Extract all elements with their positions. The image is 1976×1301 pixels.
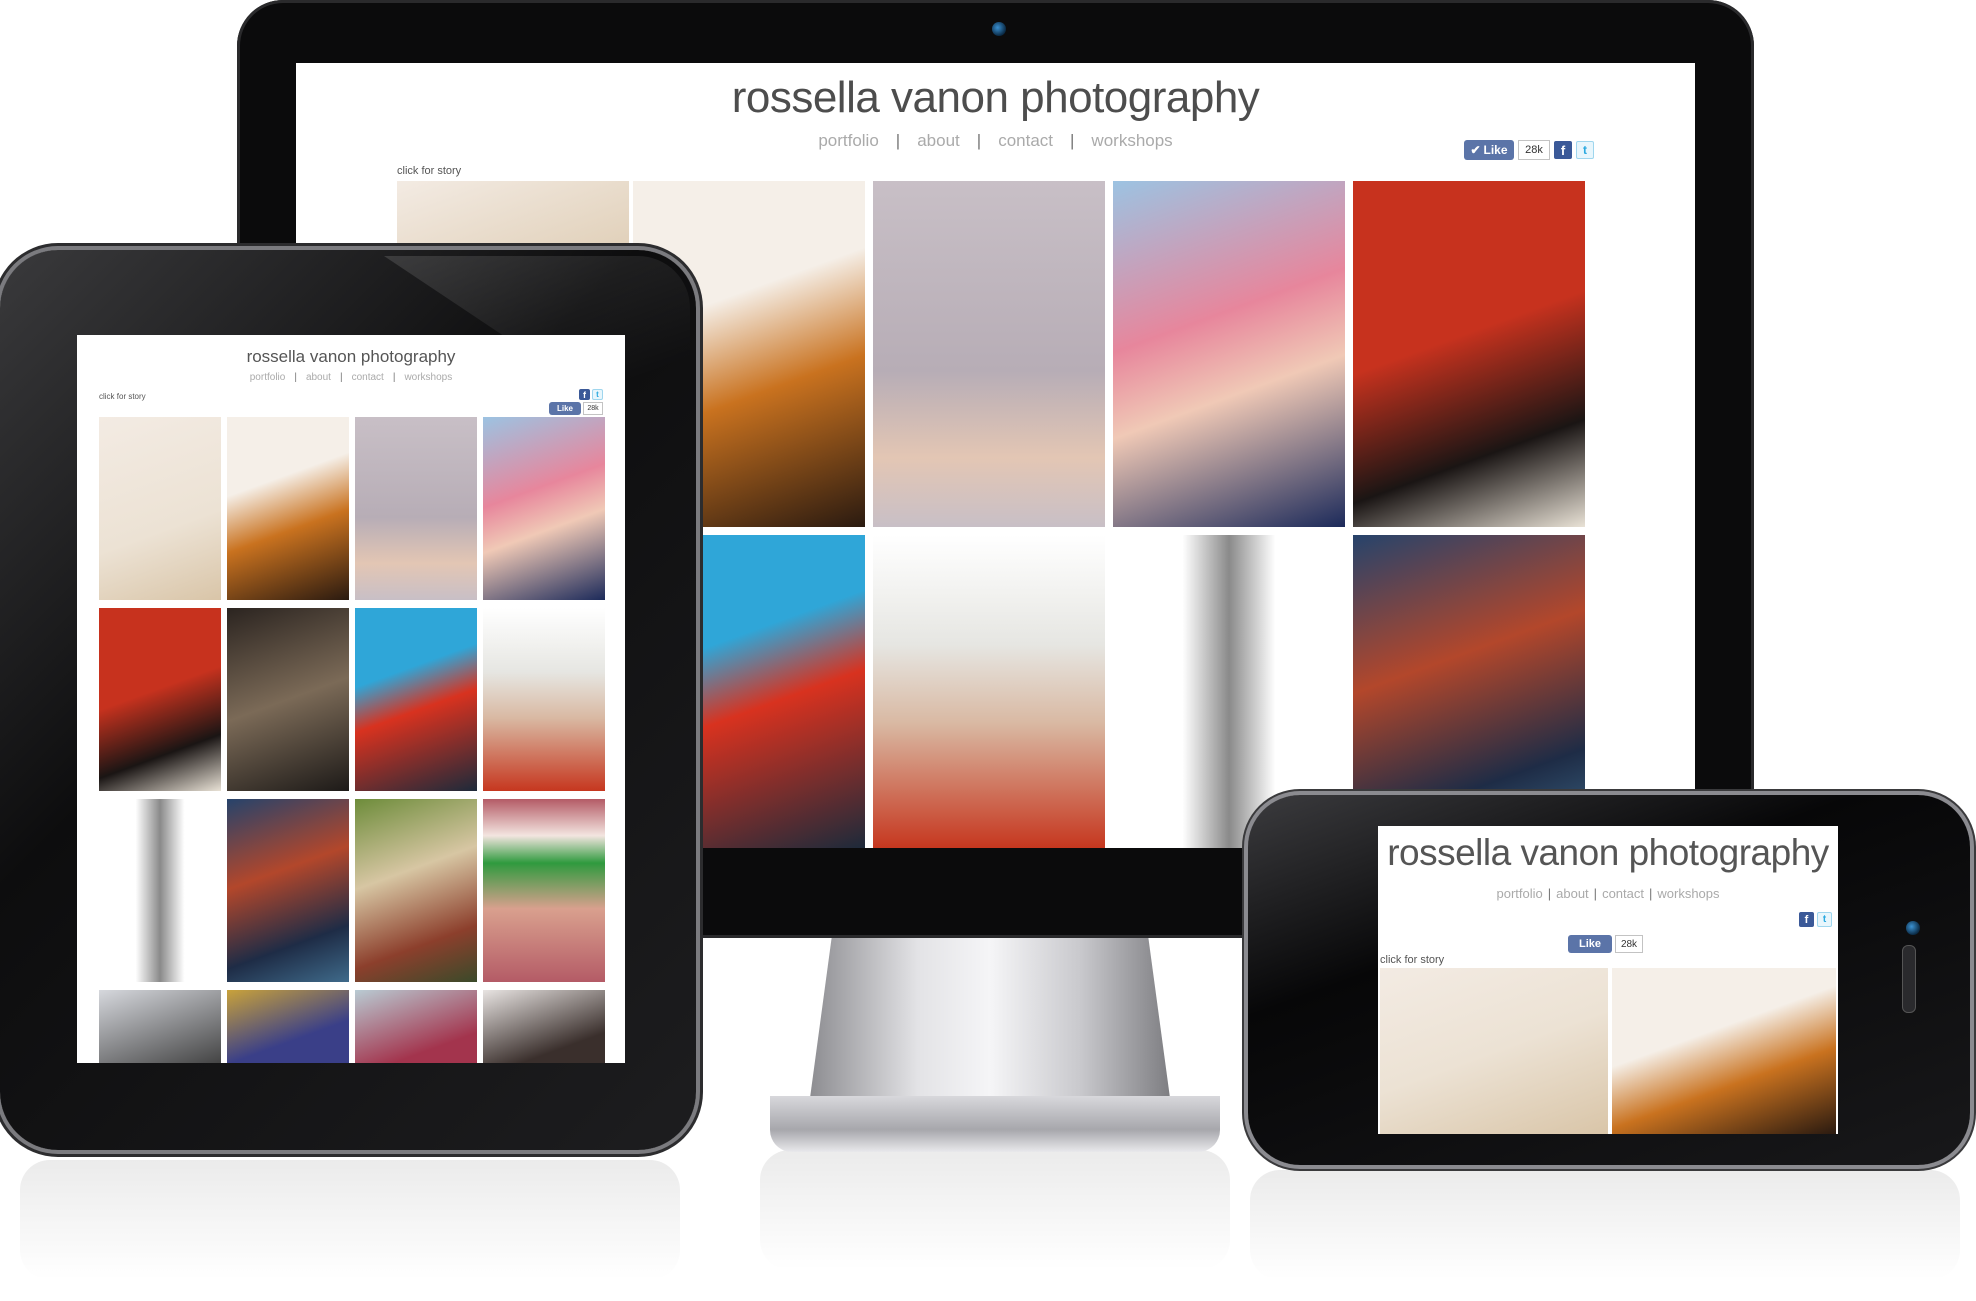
nav-contact[interactable]: contact	[981, 131, 1070, 151]
photo-orange-dress[interactable]	[1612, 968, 1836, 1134]
facebook-icon[interactable]: f	[1554, 141, 1572, 159]
like-label: Like	[1483, 143, 1508, 157]
photo-pink-gown[interactable]	[355, 417, 477, 600]
nav-portfolio[interactable]: portfolio	[241, 372, 295, 383]
click-for-story-link[interactable]: click for story	[397, 165, 461, 177]
facebook-like-button[interactable]: ✔ Like	[1464, 140, 1514, 160]
check-icon: ✔	[1470, 143, 1481, 157]
social-bar: ✔ Like 28k f t	[1464, 140, 1594, 160]
like-label: Like	[556, 404, 573, 413]
tablet-reflection	[20, 1160, 680, 1280]
like-count: 28k	[1615, 935, 1643, 953]
facebook-icon[interactable]: f	[579, 389, 590, 400]
click-for-story-link[interactable]: click for story	[1380, 954, 1444, 966]
social-like: Like 28k	[1568, 935, 1643, 953]
photo-dark-dress[interactable]	[227, 608, 349, 791]
photo-fur-coat[interactable]	[355, 799, 477, 982]
monitor-reflection	[760, 1150, 1230, 1270]
photo-grey-feather[interactable]	[99, 990, 221, 1063]
photo-floral-head[interactable]	[873, 535, 1105, 848]
click-for-story-link[interactable]: click for story	[99, 392, 146, 401]
photo-story-blonde[interactable]	[1380, 968, 1608, 1134]
like-count: 28k	[1518, 140, 1550, 160]
tablet-screen: rossella vanon photography portfolio | a…	[77, 335, 625, 1063]
social-icons: f t	[1799, 912, 1832, 927]
photo-pink-gown[interactable]	[873, 181, 1105, 527]
nav-contact[interactable]: contact	[1597, 886, 1649, 901]
monitor-camera-icon	[992, 22, 1006, 36]
social-like: Like 28k	[549, 402, 603, 415]
photo-dark-portrait[interactable]	[483, 990, 605, 1063]
photo-bw-dress[interactable]	[99, 799, 221, 982]
nav-workshops[interactable]: workshops	[395, 372, 461, 383]
photo-pink-hair[interactable]	[483, 417, 605, 600]
nav-workshops[interactable]: workshops	[1074, 131, 1189, 151]
nav-about[interactable]: about	[1551, 886, 1594, 901]
facebook-icon[interactable]: f	[1799, 912, 1814, 927]
photo-black-hat[interactable]	[1353, 181, 1585, 527]
photo-story-blonde[interactable]	[99, 417, 221, 600]
site-title[interactable]: rossella vanon photography	[1378, 832, 1838, 874]
monitor-stand-base	[770, 1096, 1220, 1152]
photo-pink-hair[interactable]	[1113, 181, 1345, 527]
like-count: 28k	[583, 402, 603, 415]
nav-contact[interactable]: contact	[343, 372, 393, 383]
phone-speaker	[1902, 945, 1916, 1013]
twitter-icon[interactable]: t	[592, 389, 603, 400]
like-label: Like	[1578, 938, 1601, 950]
photo-green-visor[interactable]	[483, 799, 605, 982]
facebook-like-button[interactable]: Like	[1568, 935, 1612, 953]
site-title[interactable]: rossella vanon photography	[296, 73, 1695, 123]
site-title[interactable]: rossella vanon photography	[77, 347, 625, 367]
monitor-stand-neck	[810, 938, 1170, 1098]
photo-blue-skin[interactable]	[227, 990, 349, 1063]
twitter-icon[interactable]: t	[1576, 141, 1594, 159]
nav-portfolio[interactable]: portfolio	[1491, 886, 1547, 901]
photo-pink-sofa[interactable]	[355, 990, 477, 1063]
photo-blue-room[interactable]	[227, 799, 349, 982]
nav-portfolio[interactable]: portfolio	[801, 131, 895, 151]
photo-orange-dress[interactable]	[227, 417, 349, 600]
nav-about[interactable]: about	[900, 131, 977, 151]
nav-workshops[interactable]: workshops	[1652, 886, 1724, 901]
phone-camera-icon	[1906, 921, 1920, 935]
site-nav: portfolio | about | contact | workshops	[1378, 886, 1838, 901]
site-nav: portfolio | about | contact | workshops	[77, 372, 625, 383]
nav-about[interactable]: about	[297, 372, 340, 383]
twitter-icon[interactable]: t	[1817, 912, 1832, 927]
phone-screen: rossella vanon photography portfolio | a…	[1378, 826, 1838, 1134]
photo-red-heart[interactable]	[355, 608, 477, 791]
facebook-like-button[interactable]: Like	[549, 402, 581, 415]
social-icons: f t	[579, 389, 603, 400]
phone-reflection	[1250, 1170, 1960, 1280]
photo-floral-head[interactable]	[483, 608, 605, 791]
photo-black-hat[interactable]	[99, 608, 221, 791]
